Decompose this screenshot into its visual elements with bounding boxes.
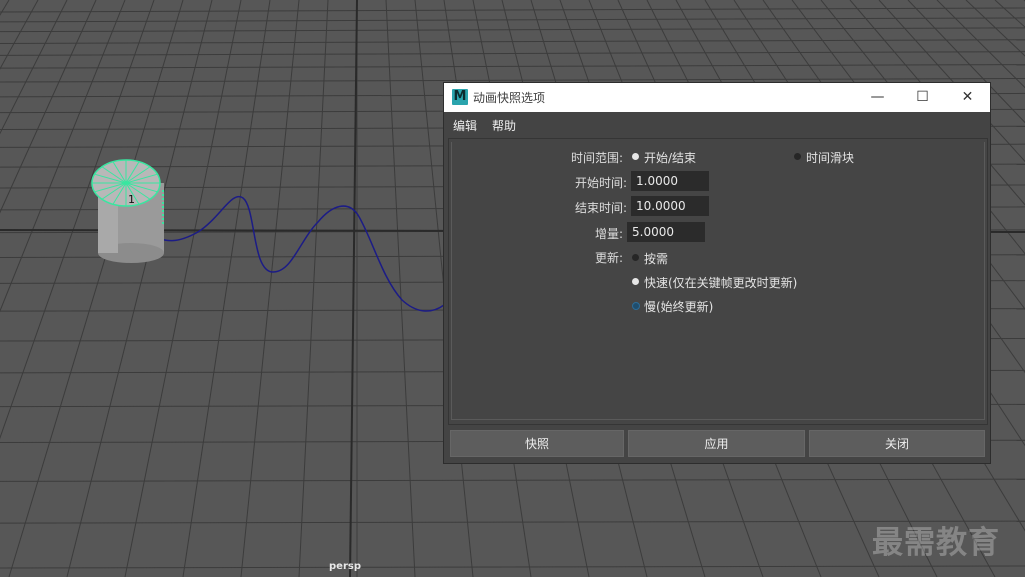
apply-button[interactable]: 应用 xyxy=(628,430,805,457)
start-time-label: 开始时间: xyxy=(574,176,627,190)
grid-line xyxy=(0,27,1025,33)
object-number-label: 1 xyxy=(128,193,135,206)
time-range-label: 时间范围: xyxy=(570,151,623,165)
cylinder-object[interactable] xyxy=(91,159,164,263)
update-label: 更新: xyxy=(594,251,623,265)
minimize-button[interactable]: — xyxy=(855,83,900,112)
grid-line xyxy=(0,0,97,214)
radio-start-end-label[interactable]: 开始/结束 xyxy=(644,149,696,166)
camera-label: persp xyxy=(329,561,361,572)
maya-app-icon: M xyxy=(452,89,468,105)
grid-line xyxy=(0,0,126,313)
close-window-button[interactable]: ✕ xyxy=(945,83,990,112)
radio-fast[interactable] xyxy=(632,278,639,285)
menu-help[interactable]: 帮助 xyxy=(492,117,516,134)
menu-edit[interactable]: 编辑 xyxy=(453,117,477,134)
radio-time-slider-label[interactable]: 时间滑块 xyxy=(806,149,854,166)
grid-line xyxy=(0,7,1025,13)
maximize-button[interactable]: ☐ xyxy=(900,83,945,112)
close-button[interactable]: 关闭 xyxy=(809,430,985,457)
grid-axis-z xyxy=(349,0,358,577)
grid-line xyxy=(0,51,1025,56)
dialog-titlebar[interactable]: M 动画快照选项 — ☐ ✕ xyxy=(444,83,990,112)
grid-line xyxy=(0,478,1025,482)
radio-on-demand-label[interactable]: 按需 xyxy=(644,250,668,267)
grid-line xyxy=(66,0,213,577)
radio-slow-label[interactable]: 慢(始终更新) xyxy=(644,298,713,315)
grid-line xyxy=(298,0,329,577)
increment-label: 增量: xyxy=(594,227,623,241)
grid-line xyxy=(0,78,1025,83)
radio-fast-label[interactable]: 快速(仅在关键帧更改时更新) xyxy=(644,274,797,291)
grid-line xyxy=(124,0,242,577)
options-panel: 时间范围: 开始/结束 时间滑块 开始时间: 1.0000 结束时间: 10.0… xyxy=(448,138,988,425)
increment-field[interactable]: 5.0000 xyxy=(627,222,705,242)
motion-path-curve[interactable] xyxy=(147,195,445,312)
menu-bar: 编辑 帮助 xyxy=(444,112,990,136)
snapshot-button[interactable]: 快照 xyxy=(450,430,624,457)
radio-on-demand[interactable] xyxy=(632,254,639,261)
grid-line xyxy=(0,17,1025,23)
grid-line xyxy=(0,64,1025,69)
animation-snapshot-options-dialog: M 动画快照选项 — ☐ ✕ 编辑 帮助 时间范围: 开始/结束 时间滑块 开始… xyxy=(444,83,990,463)
grid-line xyxy=(0,565,1025,569)
start-time-field[interactable]: 1.0000 xyxy=(631,171,709,191)
dialog-title: 动画快照选项 xyxy=(473,91,546,105)
end-time-label: 结束时间: xyxy=(574,201,627,215)
radio-start-end[interactable] xyxy=(632,153,639,160)
grid-line xyxy=(0,0,10,16)
end-time-field[interactable]: 10.0000 xyxy=(631,196,709,216)
grid-line xyxy=(8,0,184,577)
grid-line xyxy=(182,0,271,577)
grid-line xyxy=(0,0,39,70)
watermark: 最需教育 xyxy=(872,525,1000,561)
grid-line xyxy=(240,0,300,577)
radio-time-slider[interactable] xyxy=(794,153,801,160)
radio-slow[interactable] xyxy=(632,302,640,310)
grid-line xyxy=(385,0,416,577)
